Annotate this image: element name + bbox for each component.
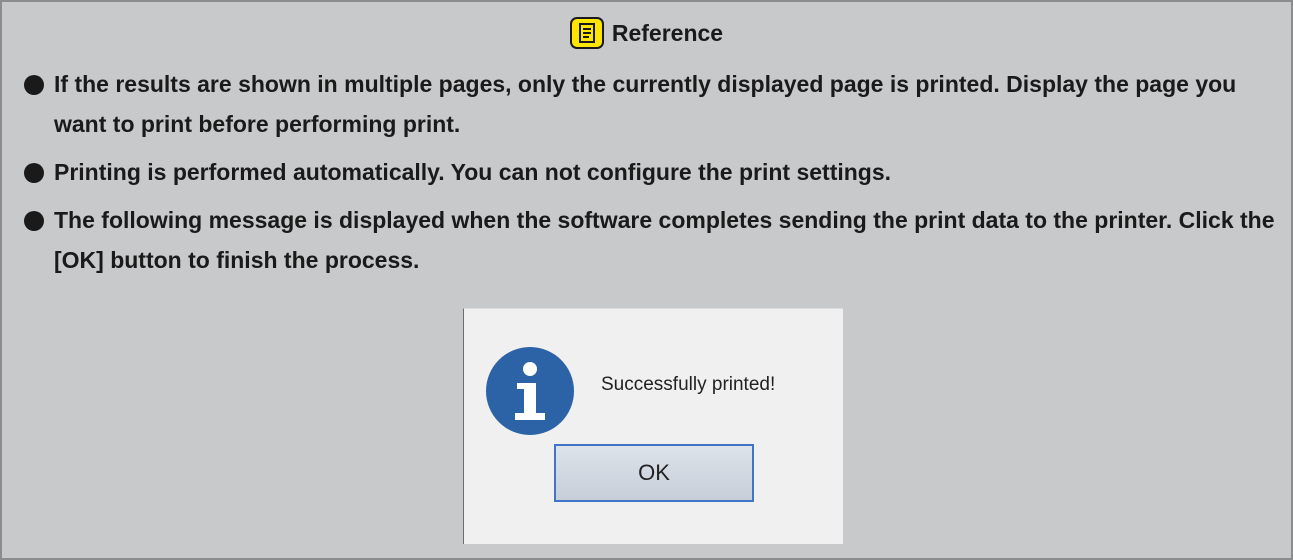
bullet-item: If the results are shown in multiple pag… [24, 64, 1286, 144]
bullet-text: Printing is performed automatically. You… [54, 159, 892, 185]
note-icon [569, 17, 604, 49]
ok-button[interactable]: OK [554, 444, 754, 502]
bullet-item: The following message is displayed when … [24, 200, 1286, 280]
bullet-dot-icon [24, 211, 44, 231]
bullet-dot-icon [24, 163, 44, 183]
bullet-text: The following message is displayed when … [54, 207, 1275, 273]
reference-title: Reference [611, 19, 724, 46]
reference-panel: Reference If the results are shown in mu… [0, 0, 1293, 560]
bullet-list: If the results are shown in multiple pag… [24, 64, 1286, 288]
bullet-text: If the results are shown in multiple pag… [54, 71, 1237, 137]
bullet-dot-icon [24, 75, 44, 95]
bullet-item: Printing is performed automatically. You… [24, 152, 1286, 192]
print-success-dialog: Successfully printed! OK [463, 308, 843, 544]
info-icon [486, 347, 574, 435]
dialog-message: Successfully printed! [601, 374, 776, 395]
reference-header: Reference [2, 17, 1291, 49]
